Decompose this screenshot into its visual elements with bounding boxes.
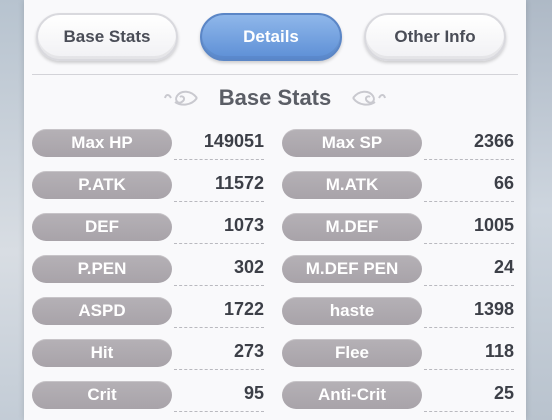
stat-anti-crit: Anti-Crit 25 xyxy=(282,380,514,412)
stat-value: 118 xyxy=(484,341,514,361)
tab-divider xyxy=(32,74,518,75)
stat-label: M.ATK xyxy=(282,171,422,199)
stat-p-atk: P.ATK 11572 xyxy=(32,170,264,202)
dotted-divider xyxy=(174,201,264,202)
stat-label: M.DEF xyxy=(282,213,422,241)
stat-value: 24 xyxy=(493,257,514,277)
tab-other-info[interactable]: Other Info xyxy=(364,13,506,61)
stat-p-pen: P.PEN 302 xyxy=(32,254,264,286)
stat-label: Crit xyxy=(32,381,172,409)
stat-aspd: ASPD 1722 xyxy=(32,296,264,328)
stat-m-def-pen: M.DEF PEN 24 xyxy=(282,254,514,286)
scroll-flourish-left-icon xyxy=(163,90,198,106)
dotted-divider xyxy=(174,411,264,412)
stat-value: 1398 xyxy=(473,299,514,319)
stat-value: 149051 xyxy=(203,131,264,151)
dotted-divider xyxy=(424,285,514,286)
dotted-divider xyxy=(174,243,264,244)
tab-details[interactable]: Details xyxy=(200,13,342,61)
stat-def: DEF 1073 xyxy=(32,212,264,244)
stat-value: 11572 xyxy=(214,173,264,193)
stat-row: Crit 95 Anti-Crit 25 xyxy=(24,380,526,412)
dotted-divider xyxy=(424,411,514,412)
stat-value: 25 xyxy=(493,383,514,403)
background-left xyxy=(0,0,24,420)
stat-crit: Crit 95 xyxy=(32,380,264,412)
stat-label: M.DEF PEN xyxy=(282,255,422,283)
stat-label: Anti-Crit xyxy=(282,381,422,409)
dotted-divider xyxy=(424,159,514,160)
stat-label: DEF xyxy=(32,213,172,241)
tab-base-stats[interactable]: Base Stats xyxy=(36,13,178,61)
stat-value: 273 xyxy=(233,341,264,361)
stat-label: Max SP xyxy=(282,129,422,157)
stat-value: 302 xyxy=(233,257,264,277)
stat-m-atk: M.ATK 66 xyxy=(282,170,514,202)
stat-label: Flee xyxy=(282,339,422,367)
section-header: Base Stats xyxy=(24,80,526,116)
stat-row: Max HP 149051 Max SP 2366 xyxy=(24,128,526,160)
dotted-divider xyxy=(174,159,264,160)
dotted-divider xyxy=(174,327,264,328)
stat-value: 1005 xyxy=(473,215,514,235)
dotted-divider xyxy=(424,327,514,328)
stat-value: 95 xyxy=(243,383,264,403)
stat-row: ASPD 1722 haste 1398 xyxy=(24,296,526,328)
dotted-divider xyxy=(174,369,264,370)
dotted-divider xyxy=(424,201,514,202)
stat-row: P.ATK 11572 M.ATK 66 xyxy=(24,170,526,202)
stat-label: Max HP xyxy=(32,129,172,157)
stat-value: 1073 xyxy=(223,215,264,235)
stat-row: P.PEN 302 M.DEF PEN 24 xyxy=(24,254,526,286)
stat-row: DEF 1073 M.DEF 1005 xyxy=(24,212,526,244)
stat-flee: Flee 118 xyxy=(282,338,514,370)
tab-bar: Base Stats Details Other Info xyxy=(24,0,526,76)
dotted-divider xyxy=(424,243,514,244)
character-details-panel: Base Stats Details Other Info Base Stats… xyxy=(24,0,526,420)
stat-value: 2366 xyxy=(473,131,514,151)
stat-label: Hit xyxy=(32,339,172,367)
stat-haste: haste 1398 xyxy=(282,296,514,328)
stat-label: P.PEN xyxy=(32,255,172,283)
dotted-divider xyxy=(424,369,514,370)
stat-max-hp: Max HP 149051 xyxy=(32,128,264,160)
section-title: Base Stats xyxy=(218,85,332,110)
scroll-flourish-right-icon xyxy=(352,90,387,106)
stat-label: P.ATK xyxy=(32,171,172,199)
stat-label: haste xyxy=(282,297,422,325)
stat-m-def: M.DEF 1005 xyxy=(282,212,514,244)
stat-value: 66 xyxy=(493,173,514,193)
stat-max-sp: Max SP 2366 xyxy=(282,128,514,160)
stat-label: ASPD xyxy=(32,297,172,325)
stat-row: Hit 273 Flee 118 xyxy=(24,338,526,370)
dotted-divider xyxy=(174,285,264,286)
background-right xyxy=(526,0,552,420)
stat-value: 1722 xyxy=(223,299,264,319)
stat-hit: Hit 273 xyxy=(32,338,264,370)
